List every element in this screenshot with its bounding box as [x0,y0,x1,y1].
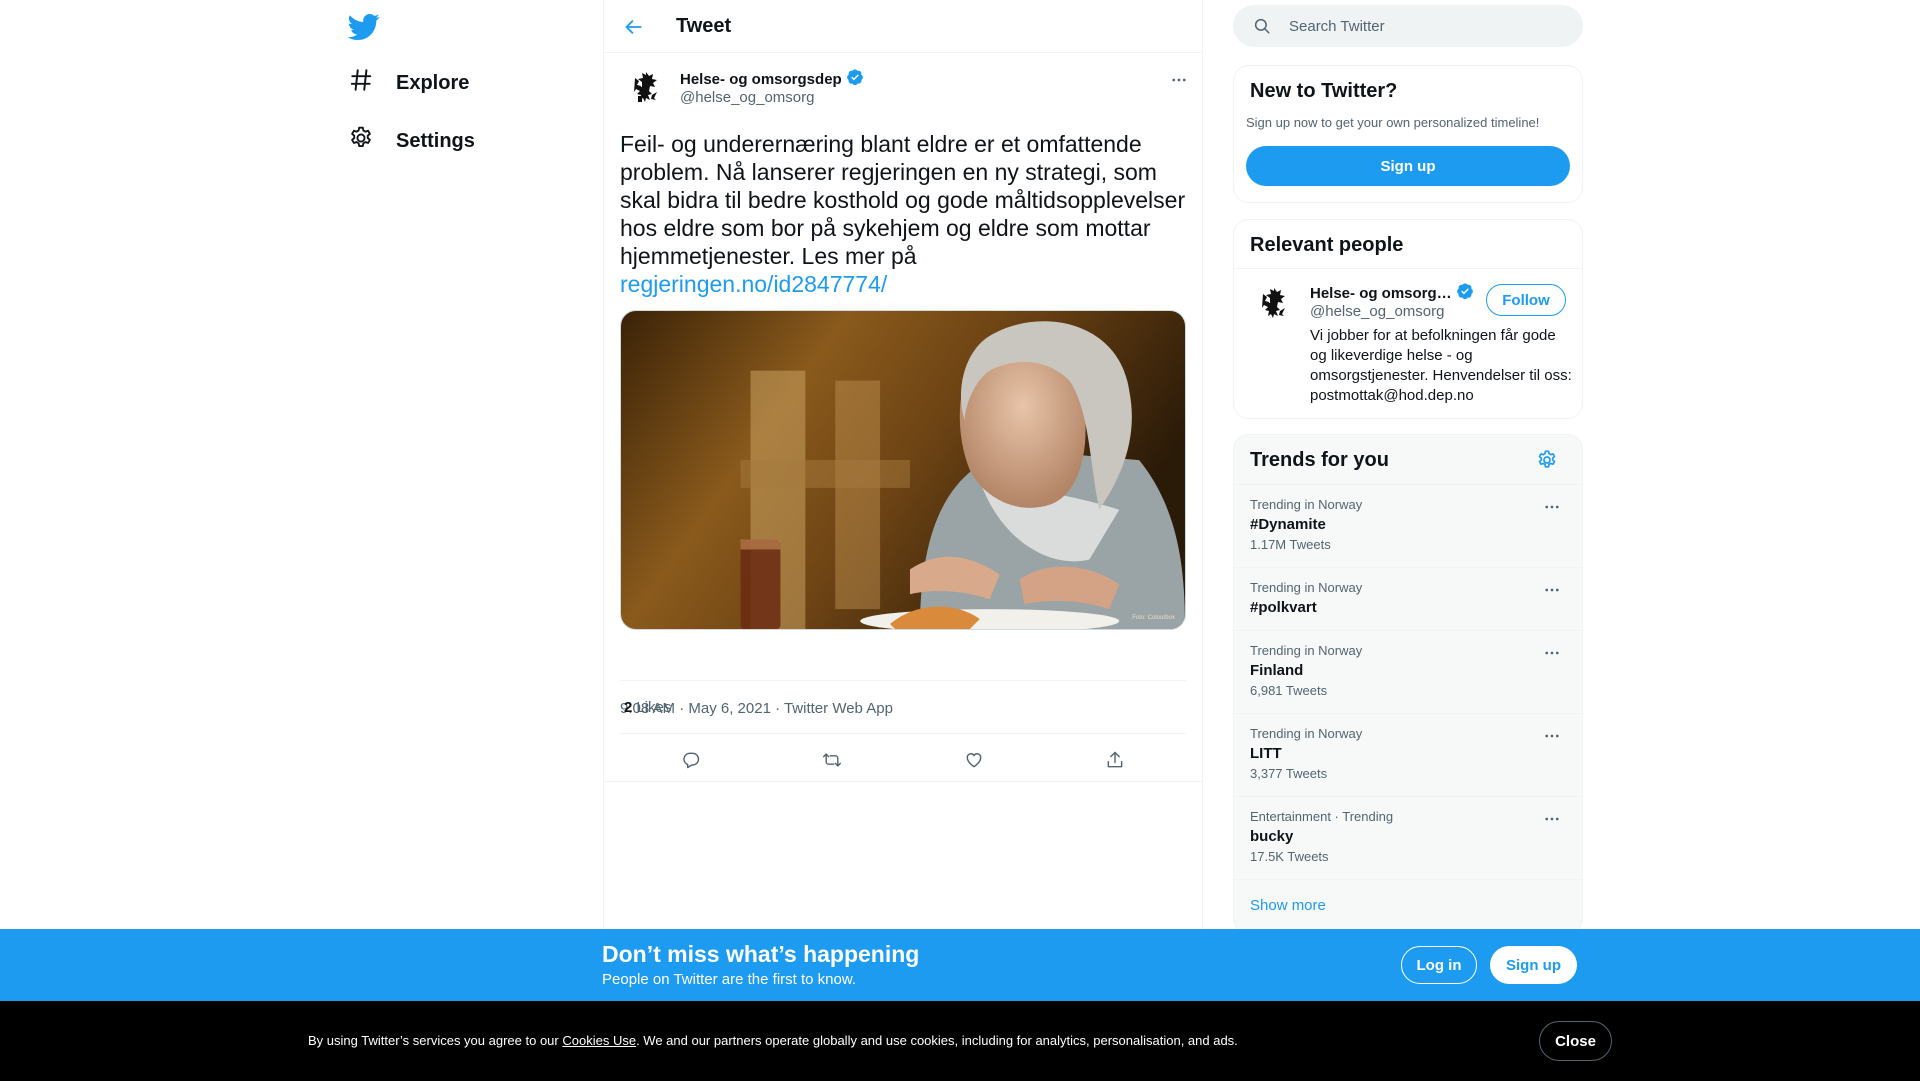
relevant-people-card: Relevant people Helse- og omsorg… @helse… [1233,219,1583,419]
author-avatar[interactable] [626,66,666,106]
more-options-icon[interactable] [1540,641,1564,665]
trend-context: Trending in Norway [1250,580,1363,595]
cookie-bar: By using Twitter’s services you agree to… [0,1001,1920,1081]
sidebar-signup-button[interactable]: Sign up [1246,146,1570,186]
trend-count: 6,981 Tweets [1250,683,1328,698]
trend-context: Trending in Norway [1250,643,1363,658]
cookie-close-button[interactable]: Close [1539,1021,1612,1061]
trend-count: 3,377 Tweets [1250,766,1328,781]
nav-explore-label: Explore [396,71,470,94]
like-heart-icon[interactable] [957,743,991,777]
tweet-header: Tweet [604,0,1202,53]
person-name-row[interactable]: Helse- og omsorg… [1310,282,1474,305]
banner-signup-button[interactable]: Sign up [1490,946,1577,984]
trend-item[interactable]: Trending in Norway #polkvart [1234,567,1582,630]
trends-settings-gear-icon[interactable] [1536,449,1558,471]
likes-count: 2 [624,699,633,716]
search-input[interactable] [1289,5,1569,47]
trend-item[interactable]: Trending in Norway #Dynamite 1.17M Tweet… [1234,484,1582,567]
trend-count: 17.5K Tweets [1250,849,1329,864]
banner-title: Don’t miss what’s happening [602,941,920,967]
tweet-body: Feil- og underernæring blant eldre er et… [620,131,1186,269]
new-to-twitter-card: New to Twitter? Sign up now to get your … [1233,65,1583,203]
likes-label: Likes [636,699,672,716]
relevant-people-title: Relevant people [1250,234,1404,256]
share-icon[interactable] [1098,743,1132,777]
more-options-icon[interactable] [1540,807,1564,831]
retweet-icon[interactable] [815,743,849,777]
trend-context: Entertainment · Trending [1250,809,1394,824]
more-options-icon[interactable] [1540,578,1564,602]
photo-credit: Foto: Colourbox [1132,615,1175,621]
trend-name: LITT [1250,745,1282,762]
person-handle[interactable]: @helse_og_omsorg [1310,303,1444,320]
tweet-text: Feil- og underernæring blant eldre er et… [620,130,1190,298]
author-name[interactable]: Helse- og omsorgsdep [680,71,842,88]
divider [1234,268,1582,269]
trends-card: Trends for you Trending in Norway #Dynam… [1233,434,1583,934]
search-bar[interactable] [1233,5,1583,47]
follow-button[interactable]: Follow [1486,284,1566,316]
trend-name: Finland [1250,662,1304,679]
divider [620,680,1186,681]
signup-banner: Don’t miss what’s happening People on Tw… [0,929,1920,1001]
reply-icon[interactable] [674,743,708,777]
trend-context: Trending in Norway [1250,497,1363,512]
verified-badge-icon [1456,282,1474,305]
cookie-text-after: . We and our partners operate globally a… [636,1033,1238,1048]
trend-item[interactable]: Trending in Norway LITT 3,377 Tweets [1234,713,1582,796]
verified-badge-icon [846,68,864,91]
search-icon [1253,17,1271,35]
divider [1234,879,1582,880]
gear-icon [348,125,374,157]
cookie-text: By using Twitter’s services you agree to… [308,1033,1238,1048]
trends-title: Trends for you [1250,449,1389,471]
trend-item[interactable]: Trending in Norway Finland 6,981 Tweets [1234,630,1582,713]
more-options-icon[interactable] [1540,724,1564,748]
trend-name: #Dynamite [1250,516,1326,533]
new-to-twitter-title: New to Twitter? [1250,80,1398,102]
author-name-row[interactable]: Helse- og omsorgsdep [680,68,864,91]
trend-item[interactable]: Entertainment · Trending bucky 17.5K Twe… [1234,796,1582,879]
author-handle[interactable]: @helse_og_omsorg [680,89,814,106]
person-avatar[interactable] [1254,282,1294,322]
banner-subtitle: People on Twitter are the first to know. [602,971,857,988]
divider [620,733,1186,734]
hashtag-icon [348,67,374,99]
likes-row[interactable]: 2 Likes [624,699,671,716]
nav-explore[interactable]: Explore [348,61,469,105]
tweet-photo[interactable]: Foto: Colourbox [620,310,1186,630]
back-arrow-icon[interactable] [620,13,648,41]
cookies-use-link[interactable]: Cookies Use [562,1033,636,1048]
trend-name: #polkvart [1250,599,1317,616]
person-bio: Vi jobber for at befolkningen får gode o… [1310,327,1572,404]
nav-settings-label: Settings [396,129,475,152]
tweet-actions [620,738,1186,782]
more-options-icon[interactable] [1167,68,1191,92]
trend-name: bucky [1250,828,1294,845]
nav-settings[interactable]: Settings [348,119,475,163]
trend-context: Trending in Norway [1250,726,1363,741]
show-more-link[interactable]: Show more [1250,897,1326,914]
trend-count: 1.17M Tweets [1250,537,1331,552]
login-button[interactable]: Log in [1401,946,1477,984]
more-options-icon[interactable] [1540,495,1564,519]
twitter-bird-icon[interactable] [347,10,380,42]
main-column: Tweet Helse- og omsorgsdep @helse_og_oms… [603,0,1203,1081]
new-to-twitter-subtitle: Sign up now to get your own personalized… [1246,115,1540,130]
cookie-text-before: By using Twitter’s services you agree to… [308,1033,563,1048]
person-name[interactable]: Helse- og omsorg… [1310,285,1452,302]
tweet-link[interactable]: regjeringen.no/id2847774/ [620,271,887,297]
divider [604,781,1202,782]
page-title: Tweet [676,15,732,37]
